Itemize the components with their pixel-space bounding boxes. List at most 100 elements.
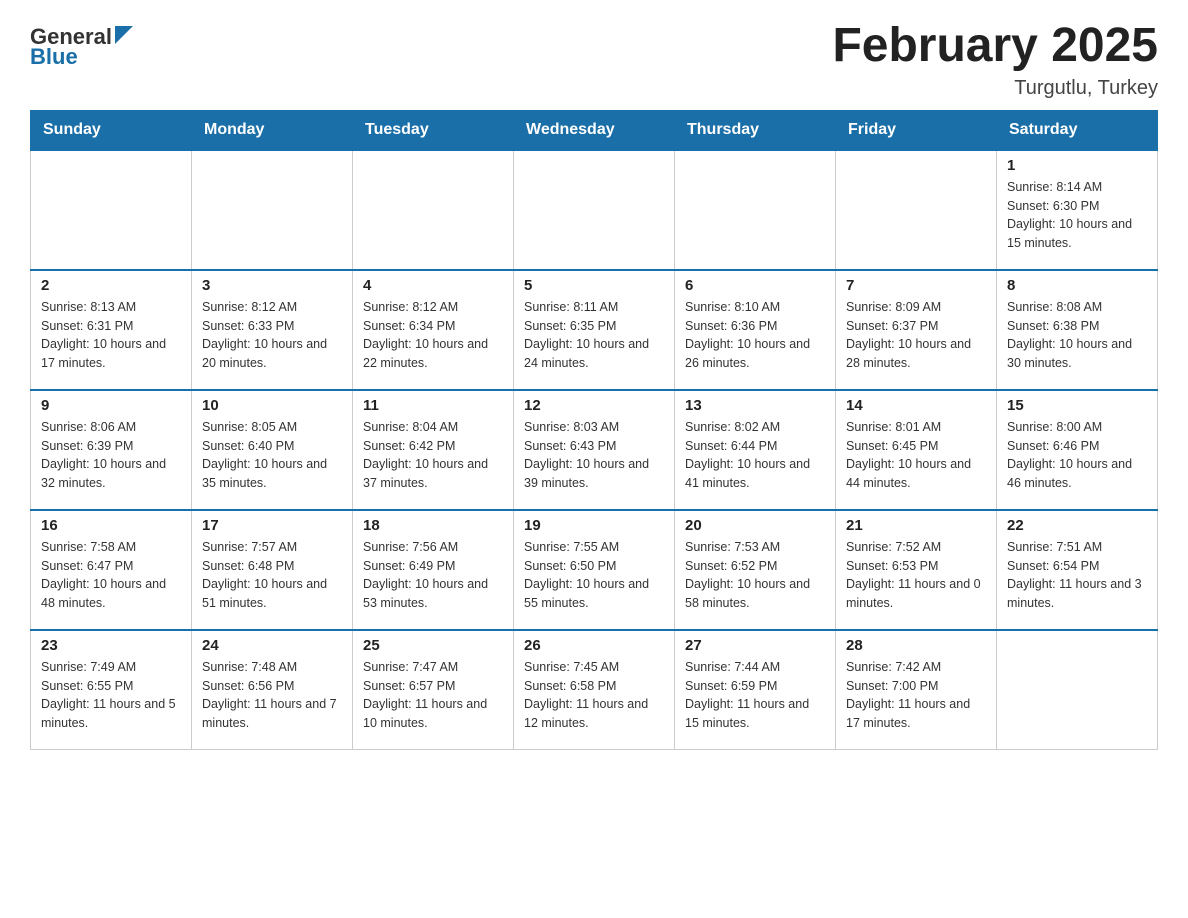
day-number: 22 <box>1007 517 1147 534</box>
day-info: Sunrise: 7:48 AMSunset: 6:56 PMDaylight:… <box>202 658 342 733</box>
calendar-cell: 7 Sunrise: 8:09 AMSunset: 6:37 PMDaylight… <box>836 270 997 390</box>
calendar-cell: 23 Sunrise: 7:49 AMSunset: 6:55 PMDayligh… <box>31 630 192 750</box>
weekday-header-sunday: Sunday <box>31 110 192 150</box>
day-info: Sunrise: 7:44 AMSunset: 6:59 PMDaylight:… <box>685 658 825 733</box>
calendar-cell: 14 Sunrise: 8:01 AMSunset: 6:45 PMDayligh… <box>836 390 997 510</box>
day-number: 28 <box>846 637 986 654</box>
day-number: 6 <box>685 277 825 294</box>
calendar-cell: 21 Sunrise: 7:52 AMSunset: 6:53 PMDayligh… <box>836 510 997 630</box>
week-row-5: 23 Sunrise: 7:49 AMSunset: 6:55 PMDayligh… <box>31 630 1158 750</box>
day-number: 18 <box>363 517 503 534</box>
day-info: Sunrise: 8:04 AMSunset: 6:42 PMDaylight:… <box>363 418 503 493</box>
weekday-header-wednesday: Wednesday <box>514 110 675 150</box>
day-info: Sunrise: 7:49 AMSunset: 6:55 PMDaylight:… <box>41 658 181 733</box>
week-row-1: 1 Sunrise: 8:14 AMSunset: 6:30 PMDaylight… <box>31 150 1158 270</box>
calendar-cell: 15 Sunrise: 8:00 AMSunset: 6:46 PMDayligh… <box>997 390 1158 510</box>
day-info: Sunrise: 8:08 AMSunset: 6:38 PMDaylight:… <box>1007 298 1147 373</box>
week-row-2: 2Sunrise: 8:13 AMSunset: 6:31 PMDaylight… <box>31 270 1158 390</box>
calendar-cell: 28 Sunrise: 7:42 AMSunset: 7:00 PMDayligh… <box>836 630 997 750</box>
calendar-cell <box>514 150 675 270</box>
day-number: 25 <box>363 637 503 654</box>
calendar-cell <box>997 630 1158 750</box>
day-number: 12 <box>524 397 664 414</box>
day-number: 11 <box>363 397 503 414</box>
day-info: Sunrise: 7:52 AMSunset: 6:53 PMDaylight:… <box>846 538 986 613</box>
calendar-cell: 4 Sunrise: 8:12 AMSunset: 6:34 PMDaylight… <box>353 270 514 390</box>
weekday-header-tuesday: Tuesday <box>353 110 514 150</box>
logo: General Blue <box>30 20 133 68</box>
day-number: 13 <box>685 397 825 414</box>
calendar-cell: 8 Sunrise: 8:08 AMSunset: 6:38 PMDaylight… <box>997 270 1158 390</box>
calendar-cell: 17Sunrise: 7:57 AMSunset: 6:48 PMDayligh… <box>192 510 353 630</box>
weekday-header-saturday: Saturday <box>997 110 1158 150</box>
calendar-table: SundayMondayTuesdayWednesdayThursdayFrid… <box>30 110 1158 751</box>
day-number: 5 <box>524 277 664 294</box>
calendar-cell: 18 Sunrise: 7:56 AMSunset: 6:49 PMDayligh… <box>353 510 514 630</box>
day-number: 26 <box>524 637 664 654</box>
day-number: 16 <box>41 517 181 534</box>
calendar-cell: 5 Sunrise: 8:11 AMSunset: 6:35 PMDaylight… <box>514 270 675 390</box>
calendar-cell: 19Sunrise: 7:55 AMSunset: 6:50 PMDayligh… <box>514 510 675 630</box>
weekday-header-row: SundayMondayTuesdayWednesdayThursdayFrid… <box>31 110 1158 150</box>
calendar-cell: 3 Sunrise: 8:12 AMSunset: 6:33 PMDaylight… <box>192 270 353 390</box>
calendar-cell <box>353 150 514 270</box>
calendar-cell: 10 Sunrise: 8:05 AMSunset: 6:40 PMDayligh… <box>192 390 353 510</box>
calendar-cell: 16 Sunrise: 7:58 AMSunset: 6:47 PMDayligh… <box>31 510 192 630</box>
day-info: Sunrise: 8:12 AMSunset: 6:34 PMDaylight:… <box>363 298 503 373</box>
day-info: Sunrise: 8:05 AMSunset: 6:40 PMDaylight:… <box>202 418 342 493</box>
day-number: 15 <box>1007 397 1147 414</box>
day-number: 27 <box>685 637 825 654</box>
day-info: Sunrise: 8:11 AMSunset: 6:35 PMDaylight:… <box>524 298 664 373</box>
calendar-cell: 11 Sunrise: 8:04 AMSunset: 6:42 PMDayligh… <box>353 390 514 510</box>
day-info: Sunrise: 8:09 AMSunset: 6:37 PMDaylight:… <box>846 298 986 373</box>
day-number: 10 <box>202 397 342 414</box>
day-number: 7 <box>846 277 986 294</box>
day-info: Sunrise: 8:12 AMSunset: 6:33 PMDaylight:… <box>202 298 342 373</box>
day-number: 4 <box>363 277 503 294</box>
day-number: 17 <box>202 517 342 534</box>
day-number: 14 <box>846 397 986 414</box>
weekday-header-monday: Monday <box>192 110 353 150</box>
calendar-cell: 9 Sunrise: 8:06 AMSunset: 6:39 PMDaylight… <box>31 390 192 510</box>
day-number: 2 <box>41 277 181 294</box>
day-info: Sunrise: 7:56 AMSunset: 6:49 PMDaylight:… <box>363 538 503 613</box>
calendar-cell: 6Sunrise: 8:10 AMSunset: 6:36 PMDaylight… <box>675 270 836 390</box>
day-info: Sunrise: 7:42 AMSunset: 7:00 PMDaylight:… <box>846 658 986 733</box>
logo-text: General Blue <box>30 20 133 68</box>
day-info: Sunrise: 8:03 AMSunset: 6:43 PMDaylight:… <box>524 418 664 493</box>
calendar-cell: 13 Sunrise: 8:02 AMSunset: 6:44 PMDayligh… <box>675 390 836 510</box>
weekday-header-thursday: Thursday <box>675 110 836 150</box>
day-info: Sunrise: 7:58 AMSunset: 6:47 PMDaylight:… <box>41 538 181 613</box>
calendar-cell: 24 Sunrise: 7:48 AMSunset: 6:56 PMDayligh… <box>192 630 353 750</box>
day-number: 9 <box>41 397 181 414</box>
day-number: 19 <box>524 517 664 534</box>
calendar-cell <box>675 150 836 270</box>
day-number: 1 <box>1007 157 1147 174</box>
day-number: 21 <box>846 517 986 534</box>
day-info: Sunrise: 7:47 AMSunset: 6:57 PMDaylight:… <box>363 658 503 733</box>
calendar-cell: 1 Sunrise: 8:14 AMSunset: 6:30 PMDaylight… <box>997 150 1158 270</box>
title-area: February 2025 Turgutlu, Turkey <box>832 20 1158 100</box>
day-number: 8 <box>1007 277 1147 294</box>
day-info: Sunrise: 8:01 AMSunset: 6:45 PMDaylight:… <box>846 418 986 493</box>
day-info: Sunrise: 8:06 AMSunset: 6:39 PMDaylight:… <box>41 418 181 493</box>
day-number: 3 <box>202 277 342 294</box>
day-info: Sunrise: 8:02 AMSunset: 6:44 PMDaylight:… <box>685 418 825 493</box>
day-info: Sunrise: 7:53 AMSunset: 6:52 PMDaylight:… <box>685 538 825 613</box>
day-info: Sunrise: 7:45 AMSunset: 6:58 PMDaylight:… <box>524 658 664 733</box>
calendar-cell: 27 Sunrise: 7:44 AMSunset: 6:59 PMDayligh… <box>675 630 836 750</box>
day-number: 23 <box>41 637 181 654</box>
location-text: Turgutlu, Turkey <box>832 77 1158 100</box>
week-row-3: 9 Sunrise: 8:06 AMSunset: 6:39 PMDaylight… <box>31 390 1158 510</box>
day-number: 20 <box>685 517 825 534</box>
day-info: Sunrise: 7:51 AMSunset: 6:54 PMDaylight:… <box>1007 538 1147 613</box>
calendar-cell <box>192 150 353 270</box>
day-info: Sunrise: 8:00 AMSunset: 6:46 PMDaylight:… <box>1007 418 1147 493</box>
logo-arrow-icon <box>115 26 133 44</box>
calendar-cell: 2Sunrise: 8:13 AMSunset: 6:31 PMDaylight… <box>31 270 192 390</box>
calendar-cell: 12 Sunrise: 8:03 AMSunset: 6:43 PMDayligh… <box>514 390 675 510</box>
day-number: 24 <box>202 637 342 654</box>
calendar-cell: 25 Sunrise: 7:47 AMSunset: 6:57 PMDayligh… <box>353 630 514 750</box>
week-row-4: 16 Sunrise: 7:58 AMSunset: 6:47 PMDayligh… <box>31 510 1158 630</box>
day-info: Sunrise: 8:14 AMSunset: 6:30 PMDaylight:… <box>1007 178 1147 253</box>
